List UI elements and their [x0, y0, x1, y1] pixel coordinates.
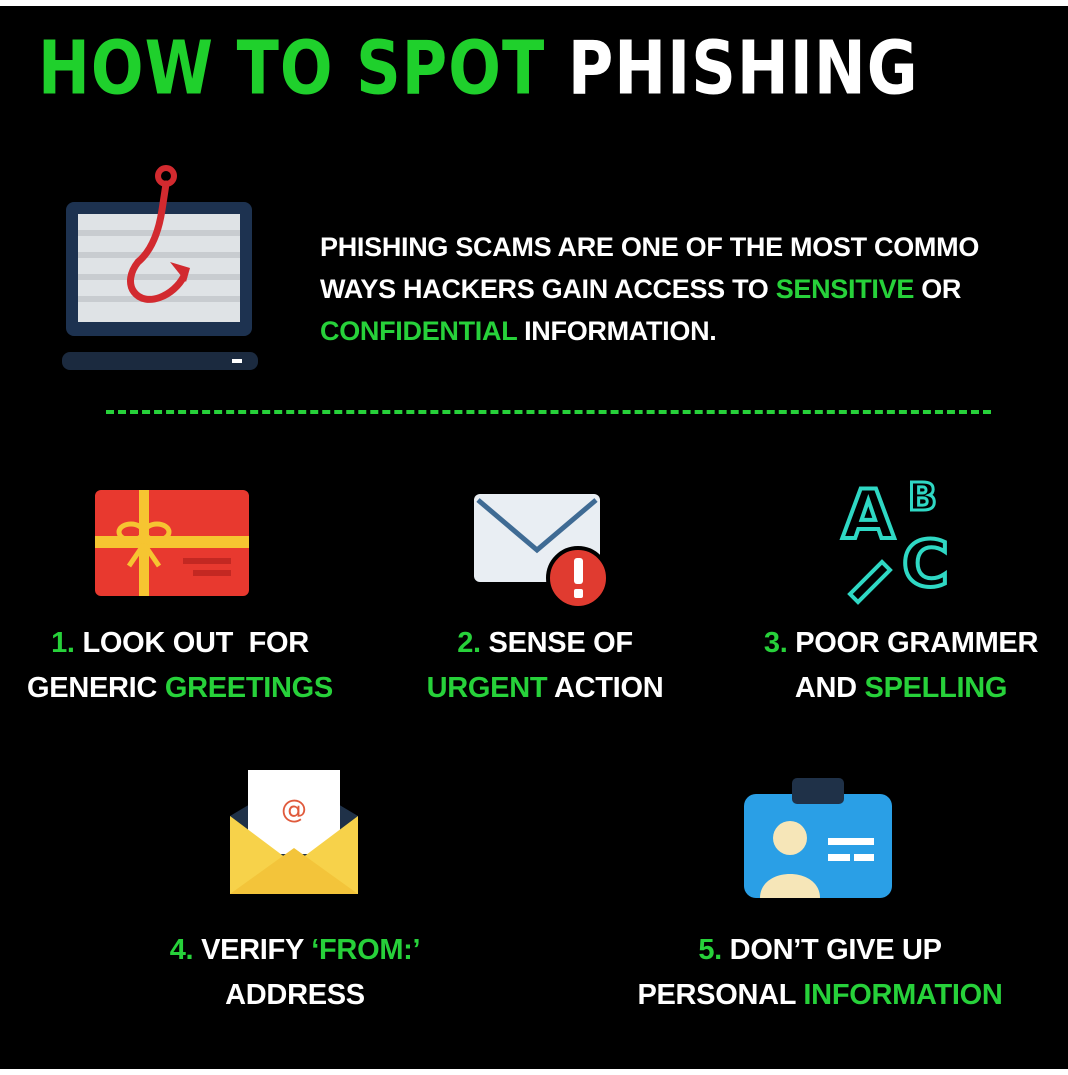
tip-5-highlight: INFORMATION — [803, 979, 1003, 1011]
tip-5-number: 5. — [698, 934, 722, 966]
tip-2-text-2: ACTION — [553, 672, 664, 704]
intro-highlight-confidential: CONFIDENTIAL — [320, 316, 517, 346]
tip-5-line-2: PERSONAL INFORMATION — [590, 973, 1050, 1018]
laptop-hook-icon — [62, 165, 258, 370]
tip-2-line-2: URGENT ACTION — [380, 666, 710, 711]
tip-1-generic-greetings: 1. LOOK OUT FOR GENERIC GREETINGS — [0, 621, 360, 711]
tip-4-highlight: ‘FROM:’ — [311, 934, 421, 966]
tip-1-line-1: 1. LOOK OUT FOR — [0, 621, 360, 666]
tip-1-line-2: GENERIC GREETINGS — [0, 666, 360, 711]
tip-2-highlight: URGENT — [426, 672, 548, 704]
tip-2-text-1: SENSE OF — [488, 627, 634, 659]
poster-title: HOW TO SPOT PHISHING — [38, 24, 919, 112]
letter-c-glyph: C — [902, 528, 949, 602]
letter-b-glyph: B — [908, 475, 937, 519]
intro-line-3-end: INFORMATION. — [524, 316, 717, 346]
tip-1-text-1: LOOK OUT FOR — [82, 627, 309, 659]
tip-1-highlight: GREETINGS — [164, 672, 333, 704]
infographic-poster: HOW TO SPOT PHISHING PHISHING SCAMS ARE … — [0, 6, 1068, 1069]
intro-text: PHISHING SCAMS ARE ONE OF THE MOST COMMO… — [320, 226, 1068, 352]
tip-3-number: 3. — [763, 627, 788, 659]
tip-4-line-1: 4. VERIFY ‘FROM:’ — [100, 928, 490, 973]
tip-5-personal-information: 5. DON’T GIVE UP PERSONAL INFORMATION — [590, 928, 1050, 1018]
tip-2-urgent-action: 2. SENSE OF URGENT ACTION — [380, 621, 710, 711]
tip-3-highlight: SPELLING — [864, 672, 1008, 704]
tip-5-text-2: PERSONAL — [637, 979, 796, 1011]
tip-2-line-1: 2. SENSE OF — [380, 621, 710, 666]
tip-4-verify-from: 4. VERIFY ‘FROM:’ ADDRESS — [100, 928, 490, 1018]
letter-a-glyph: A — [842, 476, 895, 555]
intro-line-2-end: OR — [921, 274, 962, 304]
tip-3-line-2: AND SPELLING — [734, 666, 1068, 711]
intro-line-3: CONFIDENTIAL INFORMATION. — [320, 310, 1068, 352]
title-part-green: HOW TO SPOT — [38, 24, 546, 112]
tip-5-text-1: DON’T GIVE UP — [729, 934, 942, 966]
tip-3-grammar-spelling: 3. POOR GRAMMER AND SPELLING — [734, 621, 1068, 711]
intro-line-2-text: WAYS HACKERS GAIN ACCESS TO — [320, 274, 769, 304]
tip-3-text-2: AND — [794, 672, 857, 704]
tip-5-line-1: 5. DON’T GIVE UP — [590, 928, 1050, 973]
tip-3-text-1: POOR GRAMMER — [795, 627, 1039, 659]
intro-line-1: PHISHING SCAMS ARE ONE OF THE MOST COMMO — [320, 232, 980, 262]
intro-highlight-sensitive: SENSITIVE — [775, 274, 915, 304]
gift-card-icon — [95, 490, 249, 596]
urgent-mail-icon — [474, 494, 610, 610]
title-part-white: PHISHING — [567, 24, 919, 112]
abc-spelling-icon: A B C — [840, 474, 951, 605]
at-sign-glyph: @ — [281, 795, 307, 825]
tip-3-line-1: 3. POOR GRAMMER — [734, 621, 1068, 666]
tip-4-line-2: ADDRESS — [225, 979, 365, 1011]
id-badge-icon — [744, 778, 892, 898]
tip-4-number: 4. — [169, 934, 194, 966]
tip-1-text-2: GENERIC — [27, 672, 158, 704]
intro-line-2: WAYS HACKERS GAIN ACCESS TO SENSITIVE OR — [320, 268, 1068, 310]
tip-4-text-1: VERIFY — [201, 934, 304, 966]
tip-2-number: 2. — [457, 627, 481, 659]
tip-1-number: 1. — [51, 627, 75, 659]
dashed-divider — [106, 410, 991, 414]
email-at-envelope-icon: @ — [230, 770, 358, 894]
